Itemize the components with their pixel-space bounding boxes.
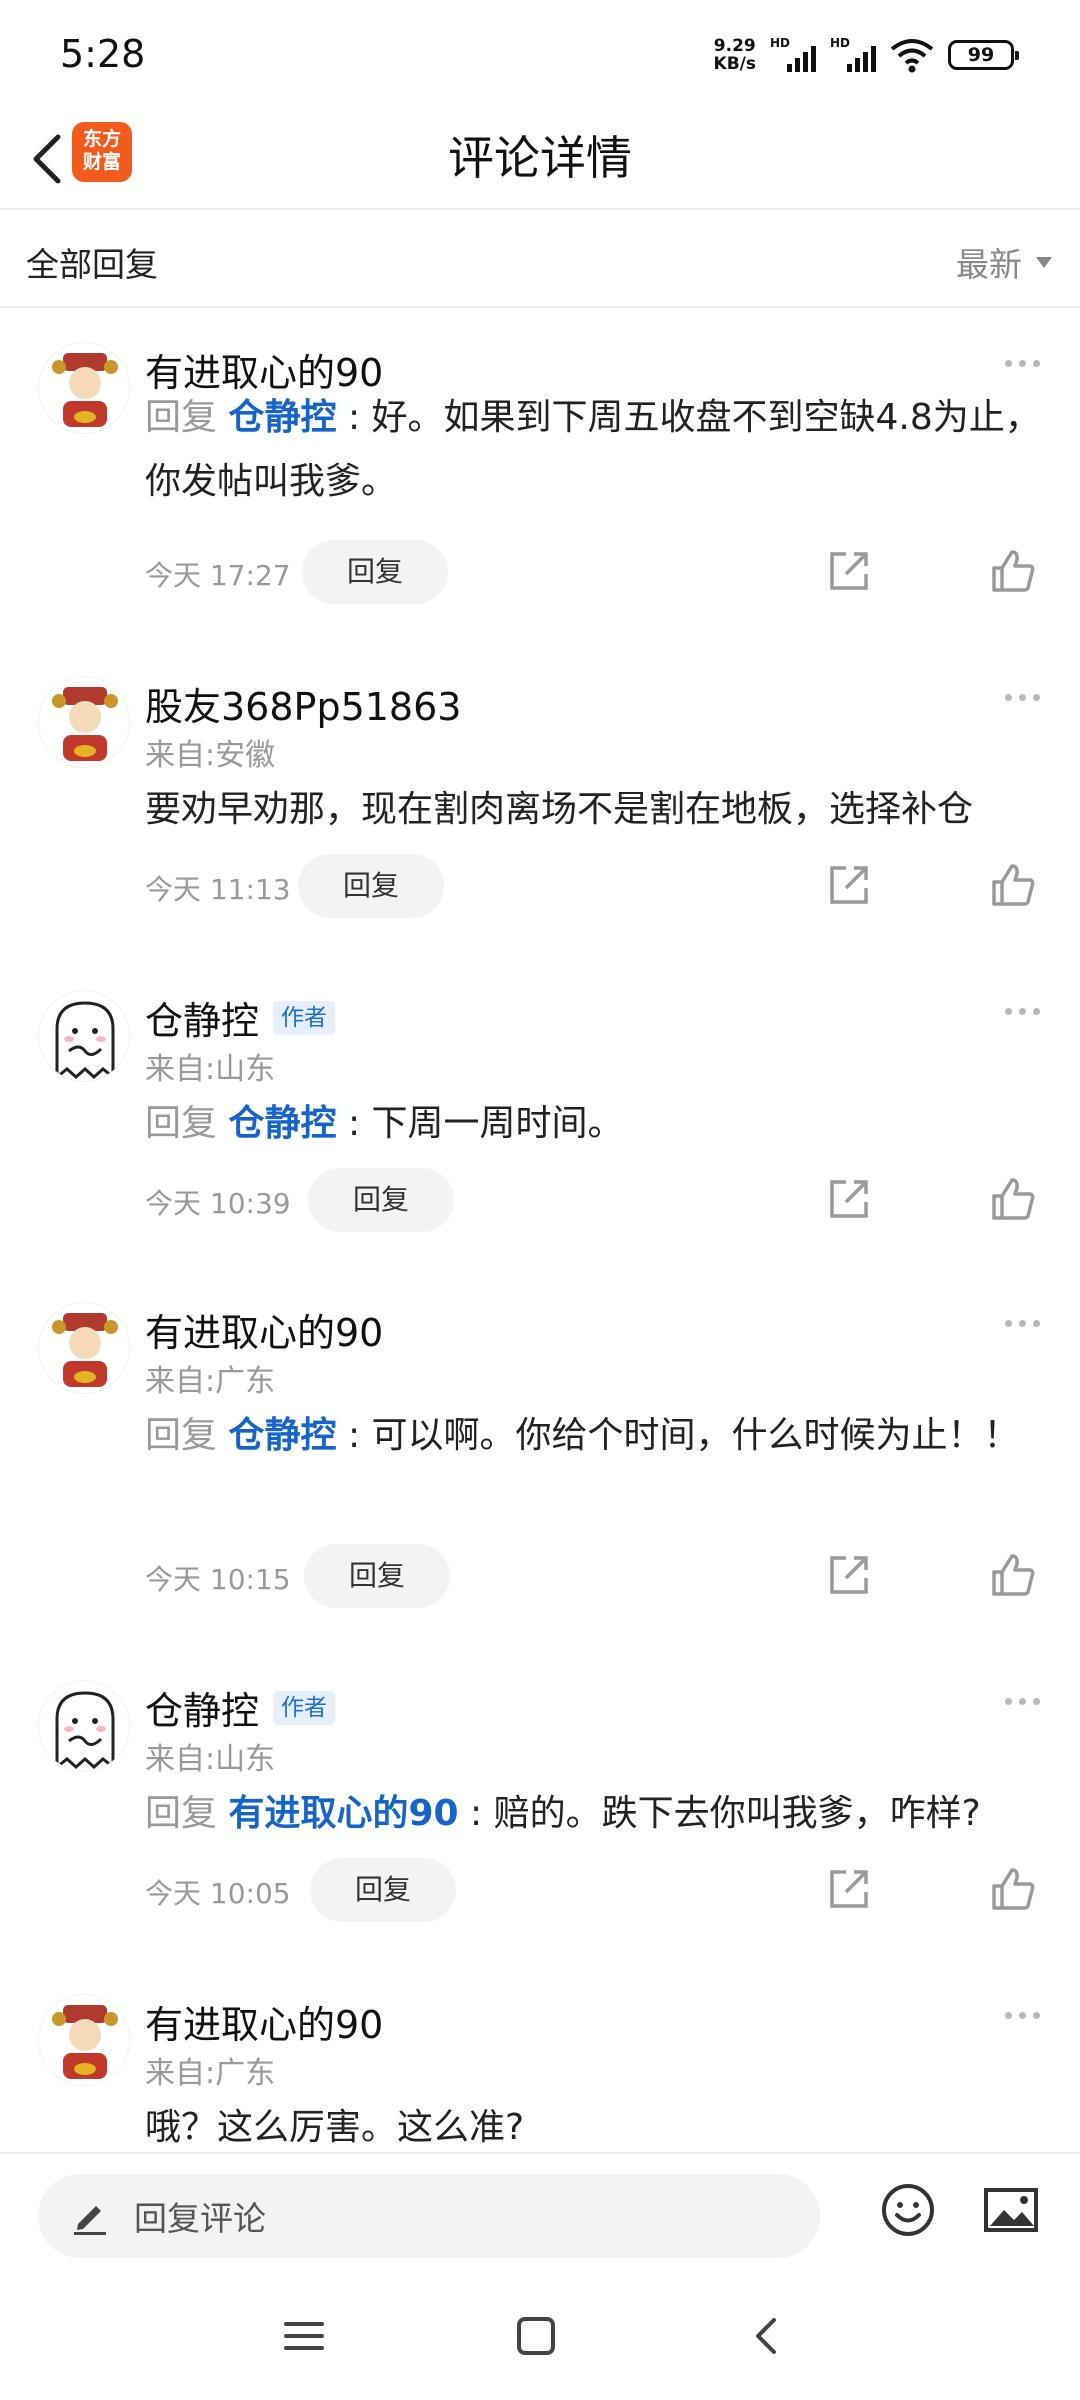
system-navigation-bar [0,2282,1080,2400]
comment-text: 回复 仓静控 : 好。如果到下周五收盘不到空缺4.8为止，你发帖叫我爹。 [145,397,1041,502]
all-replies-label: 全部回复 [26,245,158,284]
comment-username[interactable]: 有进取心的90 [145,1302,383,1357]
ghost-avatar-icon [55,1001,115,1081]
reply-button[interactable]: 回复 [298,854,444,918]
sort-bar: 全部回复 最新 [0,212,1080,308]
comment-text: 回复 有进取心的90 : 赔的。跌下去你叫我爹，咋样? [145,1793,981,1834]
chevron-left-icon [33,134,61,184]
avatar[interactable] [38,342,130,434]
share-icon[interactable] [826,1866,872,1912]
more-options-icon[interactable] [1005,694,1040,701]
wifi-icon [890,39,934,73]
comment-text: 哦？这么厉害。这么准? [145,2107,525,2148]
menu-icon[interactable] [280,2312,328,2360]
status-bar: 5:28 9.29 KB/s HD HD 99 [0,0,1080,112]
god-of-wealth-avatar-icon [52,1313,118,1387]
more-options-icon[interactable] [1005,360,1040,367]
comment-location: 来自:广东 [145,1364,276,1399]
comment-username[interactable]: 仓静控 作者 [145,990,336,1045]
more-options-icon[interactable] [1005,2012,1040,2019]
comment-text: 回复 仓静控 : 下周一周时间。 [145,1103,624,1144]
ghost-avatar-icon [55,1691,115,1771]
back-button[interactable] [16,124,76,194]
comment-username[interactable]: 有进取心的90 [145,1994,383,2049]
comment-location: 来自:山东 [145,1052,276,1087]
share-icon[interactable] [826,1176,872,1222]
cellular-signal-icon: HD [770,36,816,74]
status-time: 5:28 [60,32,146,76]
avatar[interactable] [38,676,130,768]
comment-username[interactable]: 股友368Pp51863 [145,676,461,731]
avatar[interactable] [38,1994,130,2086]
share-icon[interactable] [826,862,872,908]
thumbs-up-icon[interactable] [990,1866,1036,1912]
cellular-signal-icon-2: HD [830,36,876,74]
navigation-bar: 评论详情 东方 财富 [0,112,1080,210]
home-icon[interactable] [512,2312,560,2360]
avatar[interactable] [38,1302,130,1394]
back-icon[interactable] [744,2312,792,2360]
sort-dropdown[interactable]: 最新 [956,238,1052,286]
caret-down-icon [1036,256,1052,268]
comment-time: 今天 10:15 [145,1563,291,1596]
network-speed: 9.29 KB/s [713,36,756,74]
reply-button[interactable]: 回复 [304,1544,450,1608]
reply-bar: 回复评论 [0,2152,1080,2282]
sort-selected-label: 最新 [956,245,1022,284]
comment-location: 来自:广东 [145,2056,276,2091]
reply-button[interactable]: 回复 [308,1168,454,1232]
thumbs-up-icon[interactable] [990,548,1036,594]
mention-link[interactable]: 仓静控 [228,1415,336,1456]
more-options-icon[interactable] [1005,1320,1040,1327]
avatar[interactable] [38,990,130,1082]
more-options-icon[interactable] [1005,1008,1040,1015]
image-icon[interactable] [982,2182,1040,2238]
thumbs-up-icon[interactable] [990,862,1036,908]
comment-location: 来自:山东 [145,1742,276,1777]
god-of-wealth-avatar-icon [52,2005,118,2079]
status-icons: 9.29 KB/s HD HD 99 [713,36,1019,74]
comment-time: 今天 17:27 [145,559,291,592]
emoji-icon[interactable] [880,2182,936,2238]
comment-location: 来自:安徽 [145,738,276,773]
god-of-wealth-avatar-icon [52,353,118,427]
more-options-icon[interactable] [1005,1698,1040,1705]
comment-time: 今天 10:05 [145,1877,291,1910]
reply-button[interactable]: 回复 [302,540,448,604]
reply-comment-input[interactable]: 回复评论 [38,2174,820,2258]
thumbs-up-icon[interactable] [990,1176,1036,1222]
comment-text: 回复 仓静控 : 可以啊。你给个时间，什么时候为止！！ [145,1415,1020,1456]
share-icon[interactable] [826,1552,872,1598]
pencil-icon [74,2206,106,2235]
mention-link[interactable]: 仓静控 [228,1103,336,1144]
app-logo[interactable]: 东方 财富 [72,122,132,182]
comment-username[interactable]: 仓静控 作者 [145,1680,336,1735]
mention-link[interactable]: 有进取心的90 [228,1793,458,1834]
author-badge: 作者 [273,1000,336,1035]
comment-time: 今天 10:39 [145,1187,291,1220]
avatar[interactable] [38,1680,130,1772]
god-of-wealth-avatar-icon [52,687,118,761]
page-title: 评论详情 [448,131,632,185]
comment-text: 要劝早劝那，现在割肉离场不是割在地板，选择补仓 [145,789,974,830]
mention-link[interactable]: 仓静控 [228,397,336,438]
share-icon[interactable] [826,548,872,594]
battery-icon: 99 [948,40,1019,70]
reply-button[interactable]: 回复 [310,1858,456,1922]
comment-time: 今天 11:13 [145,873,291,906]
thumbs-up-icon[interactable] [990,1552,1036,1598]
author-badge: 作者 [273,1690,336,1725]
